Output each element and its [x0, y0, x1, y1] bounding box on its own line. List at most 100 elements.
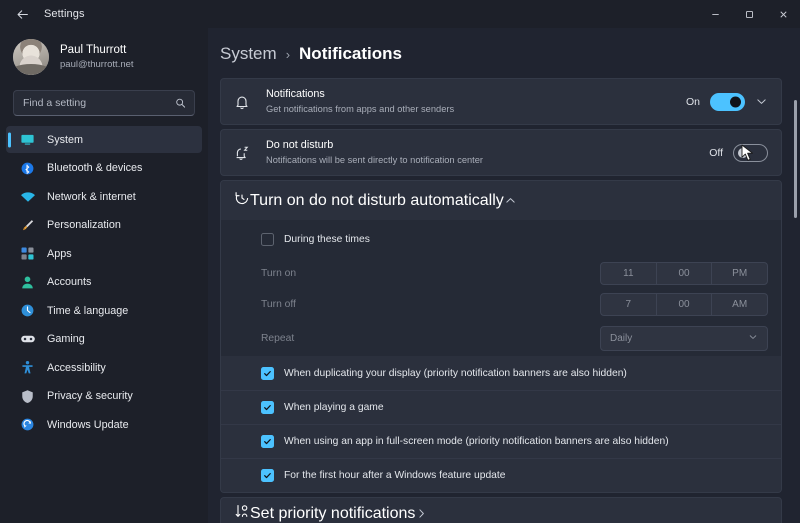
- sidebar-item-gaming[interactable]: Gaming: [6, 326, 202, 353]
- condition-checkbox[interactable]: [261, 469, 274, 482]
- sidebar-item-system[interactable]: System: [6, 126, 202, 153]
- person-icon: [19, 274, 36, 291]
- turn-on-minute[interactable]: 00: [657, 263, 713, 284]
- during-these-times-checkbox[interactable]: [261, 233, 274, 246]
- search-box[interactable]: [13, 90, 195, 116]
- turn-on-hour[interactable]: 11: [601, 263, 657, 284]
- apps-grid-icon: [19, 245, 36, 262]
- sidebar-item-network-internet[interactable]: Network & internet: [6, 183, 202, 210]
- gamepad-icon: [19, 331, 36, 348]
- condition-label: When duplicating your display (priority …: [284, 368, 627, 379]
- search-input[interactable]: [14, 91, 194, 115]
- set-priority-notifications-card[interactable]: Set priority notifications: [220, 497, 782, 523]
- priority-sort-icon: [234, 503, 250, 523]
- condition-checkbox[interactable]: [261, 367, 274, 380]
- during-these-times-row[interactable]: During these times: [221, 220, 781, 258]
- sidebar-item-bluetooth-devices[interactable]: Bluetooth & devices: [6, 155, 202, 182]
- sidebar-item-accounts[interactable]: Accounts: [6, 269, 202, 296]
- breadcrumb-parent[interactable]: System: [220, 44, 277, 64]
- do-not-disturb-state-label: Off: [709, 147, 723, 159]
- clock-globe-icon: [19, 302, 36, 319]
- minimize-button[interactable]: [698, 0, 732, 28]
- do-not-disturb-card[interactable]: Do not disturb Notifications will be sen…: [220, 129, 782, 176]
- chevron-down-icon[interactable]: [755, 95, 768, 108]
- sidebar-item-personalization[interactable]: Personalization: [6, 212, 202, 239]
- chevron-right-icon[interactable]: [415, 507, 428, 520]
- scrollbar-thumb[interactable]: [794, 100, 797, 218]
- maximize-button[interactable]: [732, 0, 766, 28]
- condition-label: When playing a game: [284, 402, 384, 413]
- back-button[interactable]: [0, 0, 44, 28]
- condition-checkbox[interactable]: [261, 435, 274, 448]
- bluetooth-icon: [19, 160, 36, 177]
- close-button[interactable]: [766, 0, 800, 28]
- do-not-disturb-row: Do not disturb Notifications will be sen…: [221, 130, 781, 175]
- clock-icon: [234, 190, 250, 211]
- auto-dnd-group: Turn on do not disturb automatically Dur…: [220, 180, 782, 493]
- turn-on-row: Turn on 11 00 PM: [221, 258, 781, 289]
- sidebar-item-apps[interactable]: Apps: [6, 240, 202, 267]
- turn-off-hour[interactable]: 7: [601, 294, 657, 315]
- condition-row[interactable]: For the first hour after a Windows featu…: [221, 458, 781, 492]
- title-bar: Settings: [0, 0, 800, 28]
- turn-off-row: Turn off 7 00 AM: [221, 289, 781, 320]
- notifications-toggle[interactable]: [710, 93, 745, 111]
- condition-row[interactable]: When playing a game: [221, 390, 781, 424]
- do-not-disturb-controls: Off: [709, 144, 768, 162]
- user-profile[interactable]: Paul Thurrott paul@thurrott.net: [0, 28, 208, 86]
- scrollbar[interactable]: [794, 92, 797, 522]
- notifications-text: Notifications Get notifications from app…: [266, 87, 686, 116]
- turn-on-meridiem[interactable]: PM: [712, 263, 767, 284]
- turn-off-time-picker[interactable]: 7 00 AM: [600, 293, 768, 316]
- monitor-icon: [19, 131, 36, 148]
- notifications-title: Notifications: [266, 87, 686, 101]
- sidebar-nav: System Bluetooth & devices Network & int…: [0, 126, 208, 523]
- sidebar: Paul Thurrott paul@thurrott.net: [0, 28, 208, 523]
- priority-label: Set priority notifications: [250, 505, 415, 523]
- condition-label: For the first hour after a Windows featu…: [284, 470, 506, 481]
- repeat-value: Daily: [610, 333, 632, 344]
- do-not-disturb-subtitle: Notifications will be sent directly to n…: [266, 154, 709, 167]
- sidebar-item-accessibility[interactable]: Accessibility: [6, 354, 202, 381]
- auto-dnd-title: Turn on do not disturb automatically: [250, 192, 504, 210]
- notifications-row: Notifications Get notifications from app…: [221, 79, 781, 124]
- turn-off-minute[interactable]: 00: [657, 294, 713, 315]
- breadcrumb: System › Notifications: [208, 28, 800, 78]
- profile-email: paul@thurrott.net: [60, 59, 134, 71]
- profile-text: Paul Thurrott paul@thurrott.net: [60, 43, 134, 71]
- condition-checkbox[interactable]: [261, 401, 274, 414]
- turn-off-label: Turn off: [261, 299, 600, 310]
- sidebar-item-time-language[interactable]: Time & language: [6, 297, 202, 324]
- sidebar-item-privacy-security[interactable]: Privacy & security: [6, 383, 202, 410]
- do-not-disturb-title: Do not disturb: [266, 138, 709, 152]
- turn-off-meridiem[interactable]: AM: [712, 294, 767, 315]
- page-title: Notifications: [299, 44, 402, 64]
- condition-row[interactable]: When duplicating your display (priority …: [221, 356, 781, 390]
- auto-dnd-header[interactable]: Turn on do not disturb automatically: [221, 181, 781, 220]
- notifications-card[interactable]: Notifications Get notifications from app…: [220, 78, 782, 125]
- search-container: [0, 86, 208, 126]
- auto-dnd-conditions: When duplicating your display (priority …: [221, 356, 781, 492]
- sidebar-label: Windows Update: [47, 419, 129, 431]
- breadcrumb-separator: ›: [286, 47, 290, 62]
- during-these-times-label: During these times: [284, 234, 370, 245]
- profile-name: Paul Thurrott: [60, 43, 134, 57]
- notifications-controls: On: [686, 93, 768, 111]
- sidebar-item-windows-update[interactable]: Windows Update: [6, 411, 202, 438]
- do-not-disturb-toggle[interactable]: [733, 144, 768, 162]
- chevron-up-icon[interactable]: [504, 194, 517, 207]
- turn-on-label: Turn on: [261, 268, 600, 279]
- update-icon: [19, 416, 36, 433]
- shield-icon: [19, 388, 36, 405]
- auto-dnd-body: During these times Turn on 11 00 PM Turn: [221, 220, 781, 356]
- repeat-select[interactable]: Daily: [600, 326, 768, 351]
- sidebar-label: Gaming: [47, 333, 85, 345]
- avatar: [13, 39, 49, 75]
- sidebar-label: Bluetooth & devices: [47, 162, 142, 174]
- turn-on-time-picker[interactable]: 11 00 PM: [600, 262, 768, 285]
- condition-label: When using an app in full-screen mode (p…: [284, 436, 669, 447]
- sidebar-label: Accessibility: [47, 362, 106, 374]
- accessibility-icon: [19, 359, 36, 376]
- priority-text: Set priority notifications: [250, 505, 415, 523]
- condition-row[interactable]: When using an app in full-screen mode (p…: [221, 424, 781, 458]
